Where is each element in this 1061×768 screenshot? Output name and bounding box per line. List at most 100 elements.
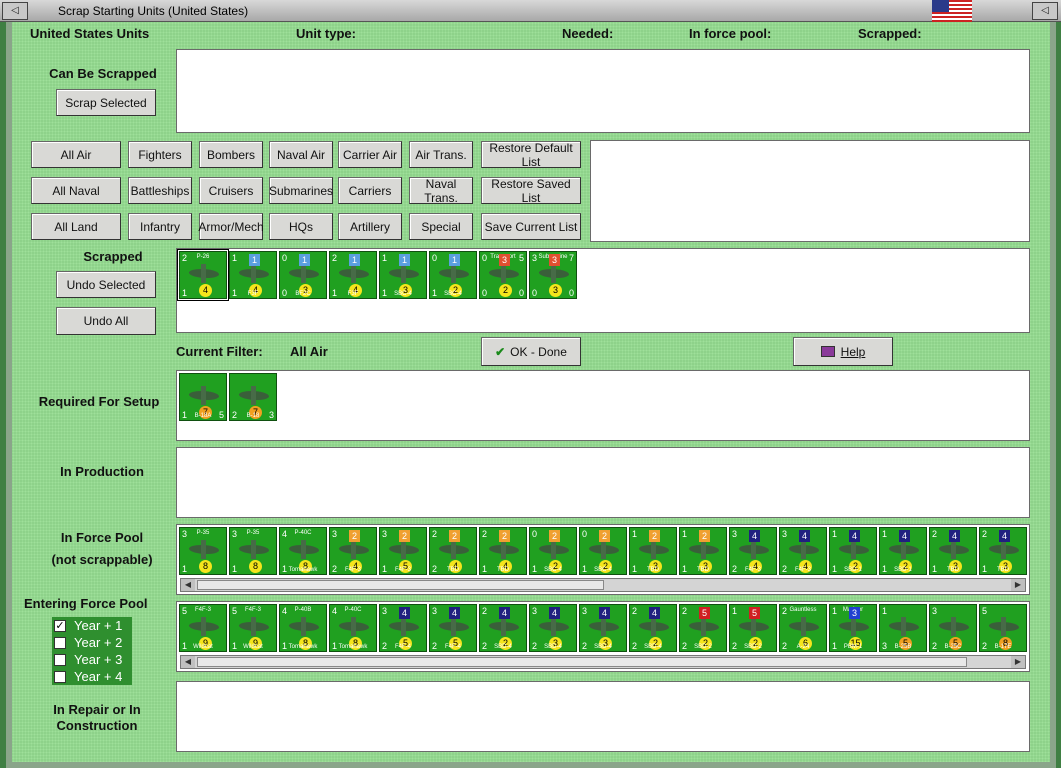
unit-counter[interactable]: 0 2 2 1 SBC-4 (529, 527, 577, 575)
filter-button-all-naval[interactable]: All Naval (31, 177, 121, 204)
scroll-left-icon[interactable]: ◀ (181, 656, 195, 668)
undo-selected-button[interactable]: Undo Selected (56, 271, 156, 298)
scroll-right-icon[interactable]: ▶ (1011, 579, 1025, 591)
unit-counter[interactable]: 37Submarine3300 (529, 251, 577, 299)
unit-counter[interactable]: 3 P-35 8 1 (179, 527, 227, 575)
force-pool-scrollbar[interactable]: ◀ ▶ (180, 578, 1026, 592)
filter-button-air-trans[interactable]: Air Trans. (409, 141, 473, 168)
unit-counter[interactable]: 0 1 2 1 SBC-4 (429, 251, 477, 299)
unit-counter[interactable]: 3 2 5 1 F4F-3 (379, 527, 427, 575)
unit-counter[interactable]: 2 4 3 1 TBD (929, 527, 977, 575)
unit-counter[interactable]: 1 2 3 1 TBD (679, 527, 727, 575)
unit-counter[interactable]: 1 5 3 B-25B (879, 604, 927, 652)
scrapped-list[interactable]: 2 P-26 4 1 1 1 4 1 F3F 0 1 3 0 BF2C 2 1 4 1 F3F 1 1 3 1 SBC-4 0 1… (176, 248, 1030, 333)
scroll-thumb[interactable] (197, 580, 604, 590)
filter-button-hqs[interactable]: HQs (269, 213, 333, 240)
unit-counter[interactable]: 3 4 3 2 SBD-4 (529, 604, 577, 652)
scroll-thumb[interactable] (197, 657, 967, 667)
filter-button-armor-mech[interactable]: Armor/Mech (198, 213, 264, 240)
checkbox[interactable] (54, 653, 66, 666)
unit-counter[interactable]: 3 4 5 2 F4F-4 (379, 604, 427, 652)
unit-counter[interactable]: 3 5 2 B-25C (929, 604, 977, 652)
filter-button-naval-trans[interactable]: Naval Trans. (409, 177, 473, 205)
filter-button-all-air[interactable]: All Air (31, 141, 121, 168)
entering-pool-scrollbar[interactable]: ◀ ▶ (180, 655, 1026, 669)
unit-counter[interactable]: 5 8 2 B-17E (979, 604, 1027, 652)
unit-counter[interactable]: 3 2 4 2 F4F-3 (329, 527, 377, 575)
unit-counter[interactable]: 3 P-35 8 1 (229, 527, 277, 575)
filter-button-restore-saved-list[interactable]: Restore Saved List (481, 177, 581, 205)
unit-counter[interactable]: 2 2 4 2 TBD (429, 527, 477, 575)
ok-done-button[interactable]: ✔ OK - Done (481, 337, 581, 366)
filter-button-submarines[interactable]: Submarines (269, 177, 333, 204)
unit-stat: 3 (932, 606, 938, 616)
aircraft-icon (239, 540, 269, 559)
needed-label: Needed: (562, 26, 614, 41)
year-option-label: Year + 2 (74, 635, 123, 650)
filter-button-bombers[interactable]: Bombers (199, 141, 263, 168)
filter-button-artillery[interactable]: Artillery (338, 213, 402, 240)
unit-counter[interactable]: 1 4 2 1 SBD-1 (879, 527, 927, 575)
unit-counter[interactable]: 3 4 3 2 SBD-4 (579, 604, 627, 652)
unit-counter[interactable]: 1Mariner3151PBM-1 (829, 604, 877, 652)
unit-counter[interactable]: 4 P-40C 8 1 Tomahawk (329, 604, 377, 652)
unit-counter[interactable]: 1 1 3 1 SBC-4 (379, 251, 427, 299)
filter-button-carriers[interactable]: Carriers (338, 177, 402, 204)
year-option-2[interactable]: Year + 2 (52, 634, 132, 651)
unit-counter[interactable]: 1 1 4 1 F3F (229, 251, 277, 299)
year-option-1[interactable]: ✓ Year + 1 (52, 617, 132, 634)
unit-counter[interactable]: 4 P-40C 8 1 Tomahawk (279, 527, 327, 575)
unit-counter[interactable]: 1 2 3 1 TBD (629, 527, 677, 575)
unit-counter[interactable]: 1 4 2 1 SBD-1 (829, 527, 877, 575)
can-be-scrapped-list[interactable] (176, 49, 1030, 133)
entering-force-pool-list[interactable]: 5 F4F-3 9 1 Wildcat 5 F4F-3 9 1 Wildcat 4 P-40B 8 1 To… (176, 601, 1030, 672)
unit-counter[interactable]: 2 4 3 1 TBD (979, 527, 1027, 575)
unit-counter[interactable]: 7 2 3 B-18 (229, 373, 277, 421)
year-option-4[interactable]: Year + 4 (52, 668, 132, 685)
unit-counter[interactable]: 5 F4F-3 9 1 Wildcat (229, 604, 277, 652)
filter-button-infantry[interactable]: Infantry (128, 213, 192, 240)
unit-counter[interactable]: 0 1 3 0 BF2C (279, 251, 327, 299)
unit-counter[interactable]: 5 F4F-3 9 1 Wildcat (179, 604, 227, 652)
unit-counter[interactable]: 05Transport3200 (479, 251, 527, 299)
in-production-list[interactable] (176, 447, 1030, 518)
filter-button-cruisers[interactable]: Cruisers (199, 177, 263, 204)
unit-counter[interactable]: 3 4 5 2 F4F-4 (429, 604, 477, 652)
checkbox[interactable]: ✓ (54, 619, 66, 632)
in-repair-list[interactable] (176, 681, 1030, 752)
unit-counter[interactable]: 2 P-26 4 1 (177, 249, 229, 301)
unit-counter[interactable]: 3 4 4 2 F4F-3 (779, 527, 827, 575)
unit-counter[interactable]: 2 2 4 1 TBD (479, 527, 527, 575)
filter-button-naval-air[interactable]: Naval Air (269, 141, 333, 168)
filter-button-save-current-list[interactable]: Save Current List (481, 213, 581, 240)
checkbox[interactable] (54, 636, 66, 649)
unit-counter[interactable]: 2 4 2 2 SBD-4 (479, 604, 527, 652)
in-force-pool-list[interactable]: 3 P-35 8 1 3 P-35 8 1 4 P-40C 8 1 Tomahawk 3 2 4 2 F4F-3 3… (176, 524, 1030, 595)
unit-counter[interactable]: 1 5 2 2 SBD-2 (729, 604, 777, 652)
checkbox[interactable] (54, 670, 66, 683)
minimize-icon[interactable]: ◁ (2, 2, 28, 20)
unit-counter[interactable]: 2 4 2 2 SBD-4 (629, 604, 677, 652)
close-icon[interactable]: ◁ (1032, 2, 1058, 20)
unit-counter[interactable]: 2 Gauntless 6 2 A-24 (779, 604, 827, 652)
unit-counter[interactable]: 2 1 4 1 F3F (329, 251, 377, 299)
unit-info-panel (590, 140, 1030, 242)
filter-button-restore-default-list[interactable]: Restore Default List (481, 141, 581, 169)
filter-button-carrier-air[interactable]: Carrier Air (338, 141, 402, 168)
filter-button-special[interactable]: Special (409, 213, 473, 240)
undo-all-button[interactable]: Undo All (56, 307, 156, 335)
unit-counter[interactable]: 4 P-40B 8 1 Tomahawk (279, 604, 327, 652)
help-button[interactable]: Help (793, 337, 893, 366)
required-for-setup-list[interactable]: 7 1 5 B-18A 7 2 3 B-18 (176, 370, 1030, 441)
scroll-left-icon[interactable]: ◀ (181, 579, 195, 591)
unit-counter[interactable]: 0 2 2 1 SBC-4 (579, 527, 627, 575)
year-option-3[interactable]: Year + 3 (52, 651, 132, 668)
scroll-right-icon[interactable]: ▶ (1011, 656, 1025, 668)
unit-counter[interactable]: 3 4 4 2 F4F-3 (729, 527, 777, 575)
filter-button-fighters[interactable]: Fighters (128, 141, 192, 168)
unit-counter[interactable]: 7 1 5 B-18A (179, 373, 227, 421)
filter-button-all-land[interactable]: All Land (31, 213, 121, 240)
filter-button-battleships[interactable]: Battleships (128, 177, 192, 204)
scrap-selected-button[interactable]: Scrap Selected (56, 89, 156, 116)
unit-counter[interactable]: 2 5 2 2 SBD-2 (679, 604, 727, 652)
